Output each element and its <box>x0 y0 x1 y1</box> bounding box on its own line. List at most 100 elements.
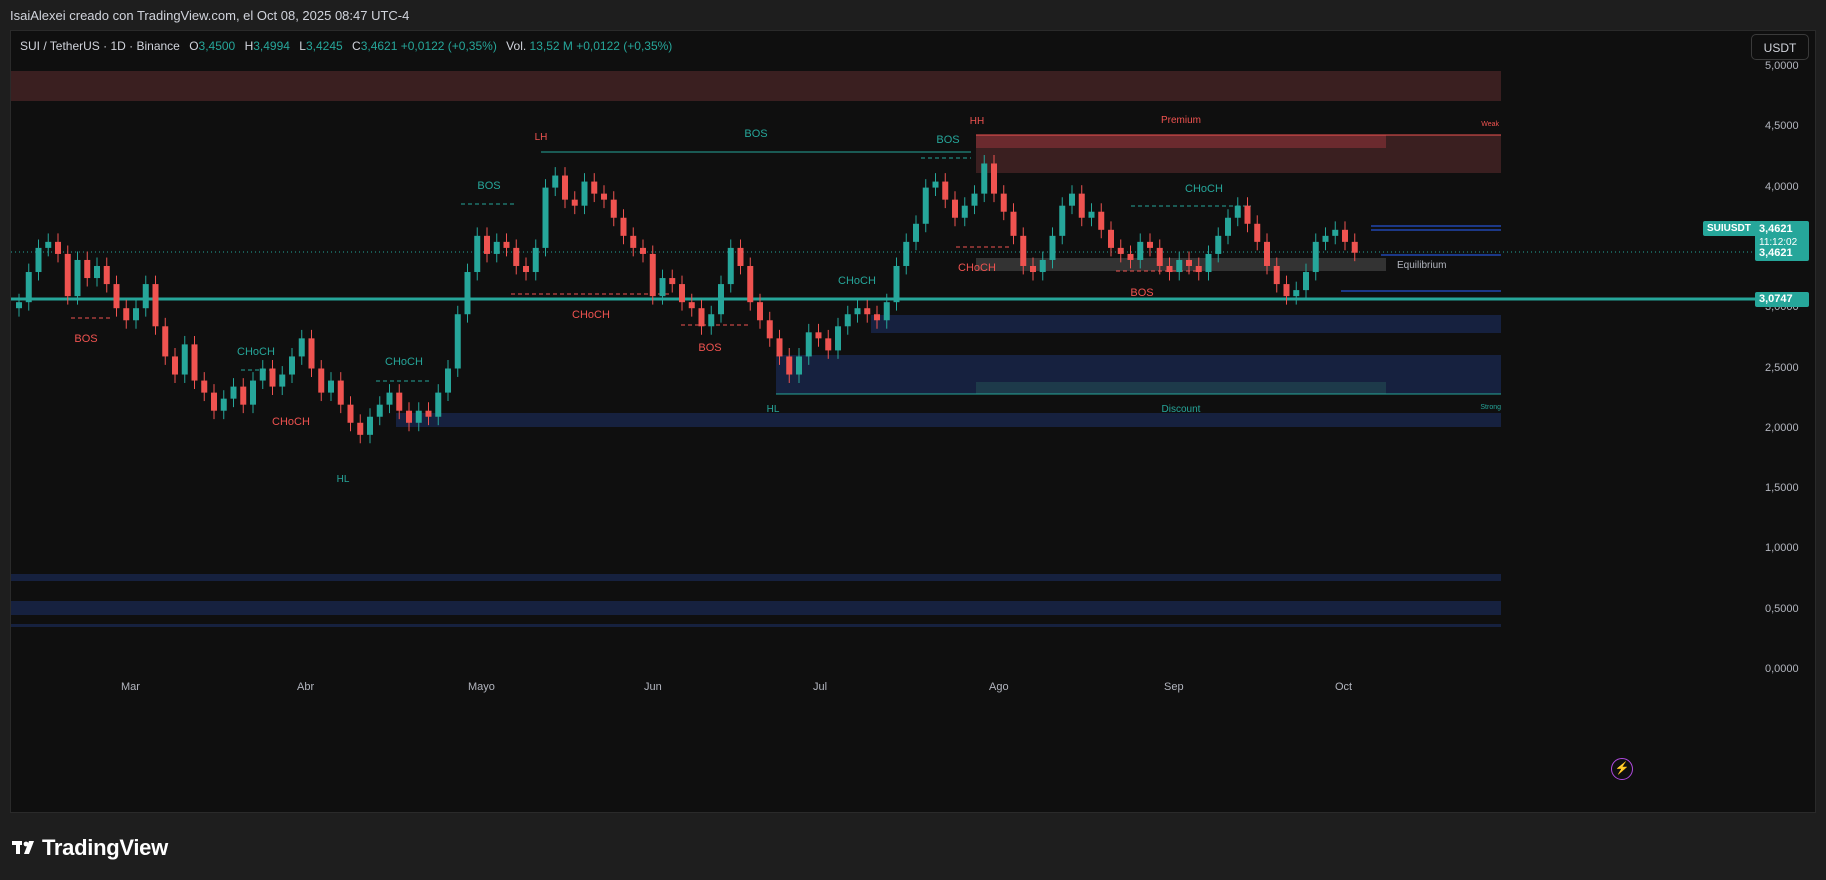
candle-body-50 <box>503 241 510 248</box>
label-bos: BOS <box>477 180 500 192</box>
lightning-icon[interactable]: ⚡ <box>1611 758 1633 780</box>
price-line-tag: 3,4621 <box>1755 246 1809 261</box>
candle-body-55 <box>552 175 559 188</box>
demand-zone-upper <box>871 315 1501 333</box>
candle-body-54 <box>542 187 549 248</box>
candle-body-137 <box>1351 241 1358 253</box>
label-choch: CHoCH <box>237 346 275 358</box>
y-axis-tick: 1,0000 <box>1765 542 1799 555</box>
legend-high-value: 3,4994 <box>253 39 290 53</box>
y-axis-tick: 2,0000 <box>1765 421 1799 434</box>
candle-body-63 <box>630 235 637 248</box>
candle-body-108 <box>1069 193 1075 206</box>
candle-body-117 <box>1156 247 1163 266</box>
candle-body-30 <box>308 338 315 369</box>
candle-body-58 <box>581 181 588 206</box>
x-axis-tick: Ago <box>989 681 1009 693</box>
label-bos: BOS <box>74 333 97 345</box>
legend-high-label: H <box>244 39 254 53</box>
candle-body-19 <box>201 380 208 393</box>
label-premium: Premium <box>1161 115 1201 126</box>
x-axis-tick: Sep <box>1164 681 1184 693</box>
candle-body-32 <box>328 380 334 393</box>
candle-body-0 <box>16 302 22 309</box>
candle-body-17 <box>181 344 188 375</box>
candle-body-84 <box>835 326 841 351</box>
liquidity-band-3 <box>11 624 1501 627</box>
candle-body-5 <box>64 253 71 297</box>
candle-body-31 <box>318 368 325 393</box>
candle-body-123 <box>1215 235 1222 254</box>
candle-body-15 <box>162 326 169 357</box>
candle-body-72 <box>718 284 724 315</box>
label-bos: BOS <box>1130 287 1153 299</box>
candle-body-65 <box>649 253 656 297</box>
candle-body-69 <box>688 302 695 309</box>
candle-body-99 <box>981 163 988 194</box>
x-axis-tick: Mayo <box>468 681 495 693</box>
candle-body-6 <box>74 259 81 297</box>
liquidity-band-1 <box>11 574 1501 581</box>
tradingview-brand: TradingView <box>42 835 168 860</box>
currency-button[interactable]: USDT <box>1751 34 1809 60</box>
candle-body-133 <box>1312 241 1319 273</box>
legend-change: +0,0122 (+0,35%) <box>400 39 497 53</box>
label-choch: CHoCH <box>385 356 423 368</box>
y-axis-tick: 4,0000 <box>1765 180 1799 193</box>
label-hl: HL <box>767 404 780 415</box>
candle-body-68 <box>679 284 685 303</box>
candle-body-83 <box>825 338 832 351</box>
candle-body-88 <box>874 314 880 321</box>
candle-body-8 <box>94 265 100 279</box>
candle-body-62 <box>620 217 627 236</box>
candle-body-97 <box>961 205 968 218</box>
candle-body-36 <box>367 416 373 435</box>
price-chart[interactable]: BOSBOSBOS BOSBOSBOSCHoCHCHoCHCHoCHCHoCHCH… <box>11 31 1816 813</box>
candle-body-51 <box>513 247 520 266</box>
candle-body-124 <box>1225 217 1231 236</box>
supply-zone-top <box>11 71 1501 101</box>
candle-body-113 <box>1117 247 1124 254</box>
legend-low-value: 3,4245 <box>305 39 343 53</box>
candle-body-59 <box>591 181 598 194</box>
candle-body-128 <box>1264 241 1270 266</box>
candle-body-39 <box>396 392 403 411</box>
candle-body-127 <box>1254 223 1261 242</box>
candle-body-23 <box>240 386 247 405</box>
chart-pane[interactable]: BOS BOS BOS BOS BOS BOS CHoCH CHoCH CHoCH CHoCH CH… <box>10 30 1816 813</box>
candle-body-56 <box>562 175 568 200</box>
candle-body-4 <box>55 241 61 254</box>
x-axis-tick: Mar <box>121 681 140 693</box>
candle-body-120 <box>1186 259 1192 266</box>
y-axis-tick: 2,5000 <box>1765 361 1799 374</box>
label-hh: HH <box>970 116 984 127</box>
candle-body-12 <box>133 308 139 321</box>
label-bos: BOS <box>936 134 959 146</box>
premium-zone-core <box>976 135 1386 148</box>
candle-body-24 <box>250 380 256 405</box>
attribution-text: IsaiAlexei creado con TradingView.com, e… <box>10 8 410 23</box>
x-axis-tick: Jun <box>644 681 662 693</box>
candle-body-1 <box>25 272 32 303</box>
label-choch: CHoCH <box>572 309 610 321</box>
candle-body-104 <box>1030 265 1036 273</box>
label-choch: CHoCH <box>1185 183 1223 195</box>
candle-body-135 <box>1332 229 1339 236</box>
candle-body-43 <box>435 392 442 417</box>
candle-body-132 <box>1303 272 1309 291</box>
candle-body-93 <box>922 187 929 224</box>
symbol-legend: SUI / TetherUS · 1D · Binance O3,4500 H3… <box>20 39 672 53</box>
label-bos: BOS <box>744 128 767 140</box>
candle-body-131 <box>1293 290 1300 297</box>
candle-body-103 <box>1020 235 1027 266</box>
candle-body-38 <box>386 392 393 405</box>
candle-body-34 <box>347 404 354 423</box>
candle-body-101 <box>1000 193 1007 212</box>
legend-volume-value: 13,52 M <box>529 39 573 53</box>
candle-body-22 <box>230 386 237 399</box>
candle-body-136 <box>1342 229 1348 242</box>
candle-body-41 <box>415 410 422 423</box>
label-strong: Strong <box>1480 404 1501 411</box>
candle-body-116 <box>1147 241 1153 248</box>
legend-symbol[interactable]: SUI / TetherUS · 1D · Binance <box>20 39 180 53</box>
